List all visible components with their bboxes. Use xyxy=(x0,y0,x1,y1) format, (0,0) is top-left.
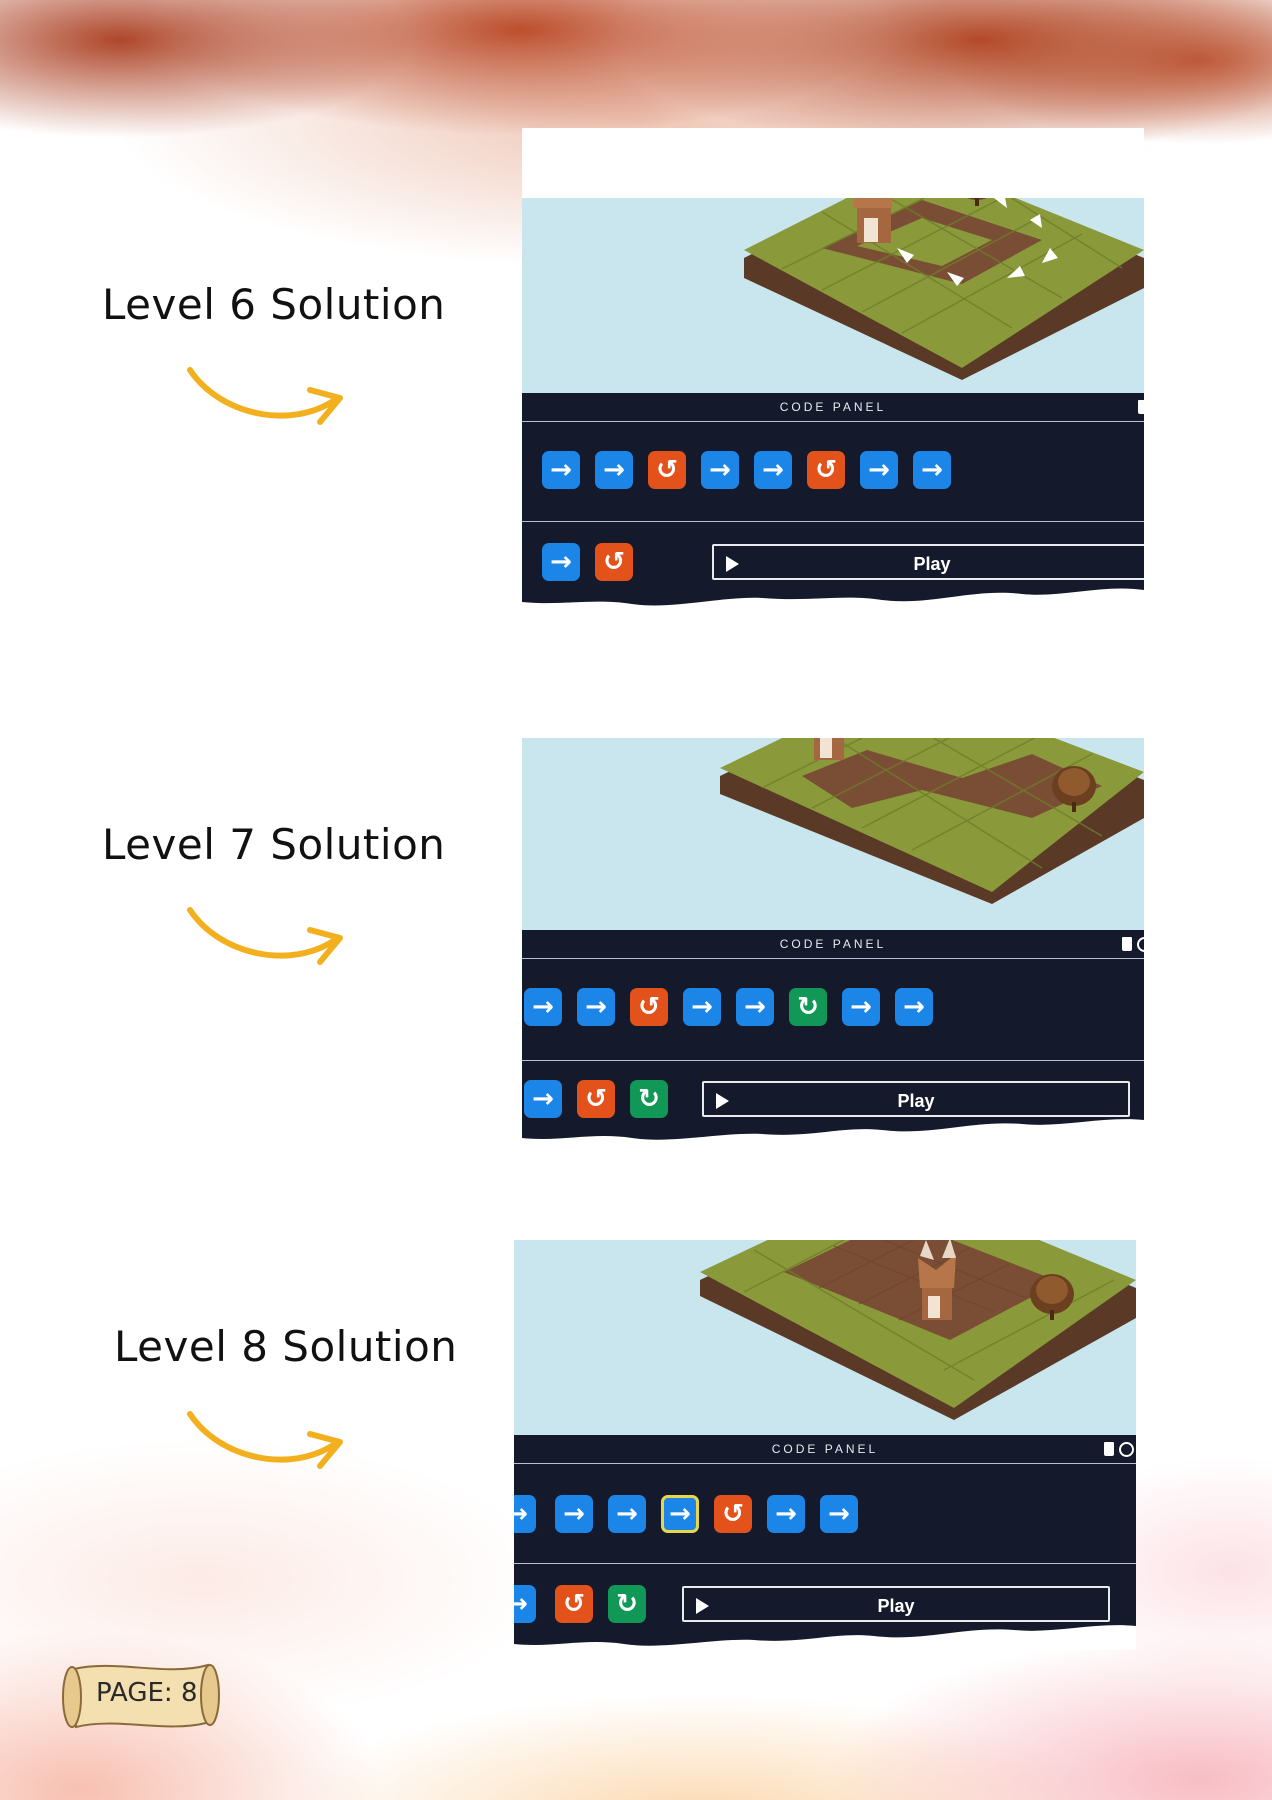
level-8-screenshot: CODE PANEL → → → → ↺ → → → ↺ ↻ Play xyxy=(514,1170,1136,1650)
forward-block[interactable]: → xyxy=(860,451,898,489)
torn-edge xyxy=(522,668,1144,738)
reset-icon[interactable] xyxy=(1119,1442,1134,1457)
forward-block[interactable]: → xyxy=(514,1495,536,1533)
forward-block[interactable]: → xyxy=(913,451,951,489)
forward-block[interactable]: → xyxy=(820,1495,858,1533)
play-icon xyxy=(716,1093,729,1109)
play-button[interactable]: Play xyxy=(712,544,1144,580)
code-panel-header: CODE PANEL xyxy=(522,393,1144,422)
trash-icon[interactable] xyxy=(1104,1442,1114,1456)
play-icon xyxy=(726,556,739,572)
torn-edge xyxy=(514,1170,1136,1240)
forward-block[interactable]: → xyxy=(736,988,774,1026)
reset-icon[interactable] xyxy=(1137,937,1144,952)
forward-block[interactable]: → xyxy=(701,451,739,489)
play-icon xyxy=(696,1598,709,1614)
level-6-title: Level 6 Solution xyxy=(102,280,446,329)
turn-left-block[interactable]: ↺ xyxy=(807,451,845,489)
page-number-scroll: PAGE: 8 xyxy=(56,1655,226,1737)
forward-block-selected[interactable]: → xyxy=(661,1495,699,1533)
level-7-title: Level 7 Solution xyxy=(102,820,446,869)
turn-left-block[interactable]: ↺ xyxy=(630,988,668,1026)
level-6-screenshot: CODE PANEL → → ↺ → → ↺ → → → ↺ Play xyxy=(522,128,1144,608)
forward-block[interactable]: → xyxy=(895,988,933,1026)
level-7-screenshot: CODE PANEL → → ↺ → → ↻ → → → ↺ ↻ Play xyxy=(522,668,1144,1148)
level-8-title: Level 8 Solution xyxy=(114,1322,458,1371)
turn-left-block[interactable]: ↺ xyxy=(714,1495,752,1533)
code-panel-header: CODE PANEL xyxy=(522,930,1144,959)
curved-arrow-icon xyxy=(187,367,343,425)
forward-block[interactable]: → xyxy=(542,451,580,489)
page-number: PAGE: 8 xyxy=(96,1678,198,1708)
trash-icon[interactable] xyxy=(1122,937,1132,951)
forward-block[interactable]: → xyxy=(754,451,792,489)
forward-block[interactable]: → xyxy=(608,1495,646,1533)
code-panel-header: CODE PANEL xyxy=(514,1435,1136,1464)
trash-icon[interactable] xyxy=(1138,400,1144,414)
forward-block[interactable]: → xyxy=(577,988,615,1026)
forward-block[interactable]: → xyxy=(683,988,721,1026)
forward-block[interactable]: → xyxy=(595,451,633,489)
turn-left-block[interactable]: ↺ xyxy=(648,451,686,489)
forward-block[interactable]: → xyxy=(842,988,880,1026)
torn-edge xyxy=(522,128,1144,198)
curved-arrow-icon xyxy=(187,1411,343,1469)
forward-block[interactable]: → xyxy=(767,1495,805,1533)
turn-right-block[interactable]: ↻ xyxy=(789,988,827,1026)
forward-block[interactable]: → xyxy=(555,1495,593,1533)
curved-arrow-icon xyxy=(187,907,343,965)
forward-block[interactable]: → xyxy=(524,988,562,1026)
